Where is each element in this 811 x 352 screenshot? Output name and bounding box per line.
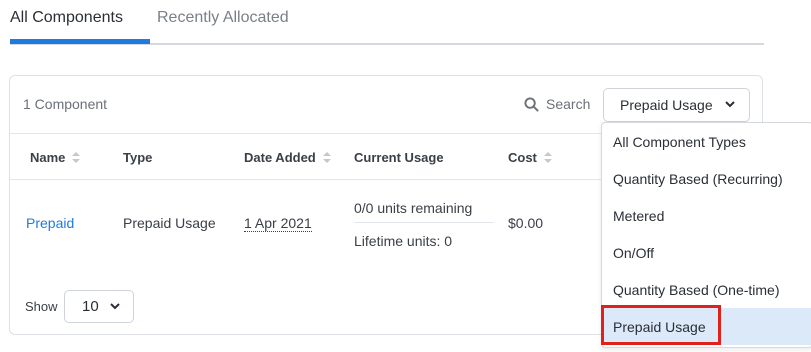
page-size-value: 10 bbox=[82, 298, 99, 315]
tab-all-components[interactable]: All Components bbox=[10, 9, 123, 27]
column-header-date-added[interactable]: Date Added bbox=[244, 150, 331, 165]
menu-item-metered[interactable]: Metered bbox=[602, 197, 811, 234]
sort-icon bbox=[72, 152, 81, 163]
search-label: Search bbox=[546, 96, 591, 112]
sort-icon bbox=[322, 152, 331, 163]
tab-recently-allocated[interactable]: Recently Allocated bbox=[157, 9, 289, 27]
lifetime-units: Lifetime units: 0 bbox=[354, 233, 453, 249]
column-header-label: Name bbox=[30, 150, 66, 165]
show-label: Show bbox=[25, 299, 58, 314]
date-added: 1 Apr 2021 bbox=[244, 215, 312, 232]
menu-item-on-off[interactable]: On/Off bbox=[602, 234, 811, 271]
menu-item-quantity-based-one-time[interactable]: Quantity Based (One-time) bbox=[602, 271, 811, 308]
component-count: 1 Component bbox=[23, 96, 108, 112]
column-header-current-usage: Current Usage bbox=[354, 150, 444, 165]
date-added-value: 1 Apr 2021 bbox=[244, 215, 312, 232]
component-type: Prepaid Usage bbox=[123, 215, 216, 231]
component-type-select-value: Prepaid Usage bbox=[620, 97, 713, 113]
menu-item-all-component-types[interactable]: All Component Types bbox=[602, 123, 811, 160]
sort-icon bbox=[543, 152, 552, 163]
column-header-label: Date Added bbox=[244, 150, 316, 165]
tab-bar: All Components Recently Allocated bbox=[10, 0, 764, 45]
chevron-down-icon bbox=[110, 303, 120, 310]
column-header-label: Cost bbox=[508, 150, 537, 165]
search-icon bbox=[524, 96, 539, 112]
menu-item-quantity-based-recurring[interactable]: Quantity Based (Recurring) bbox=[602, 160, 811, 197]
selection-highlight-box bbox=[601, 305, 721, 345]
usage-remaining: 0/0 units remaining bbox=[354, 200, 473, 216]
column-header-label: Type bbox=[123, 150, 153, 165]
chevron-down-icon bbox=[725, 101, 735, 108]
column-header-name[interactable]: Name bbox=[30, 150, 81, 165]
component-name-link[interactable]: Prepaid bbox=[26, 215, 74, 231]
column-header-type: Type bbox=[123, 150, 152, 165]
usage-divider bbox=[354, 222, 494, 223]
active-tab-indicator bbox=[10, 39, 150, 44]
component-cost: $0.00 bbox=[508, 215, 544, 231]
column-header-label: Current Usage bbox=[354, 150, 444, 165]
component-type-select[interactable]: Prepaid Usage bbox=[603, 88, 750, 122]
search-control[interactable]: Search bbox=[524, 96, 590, 112]
page-size-select[interactable]: 10 bbox=[64, 290, 134, 323]
column-header-cost[interactable]: Cost bbox=[508, 150, 552, 165]
